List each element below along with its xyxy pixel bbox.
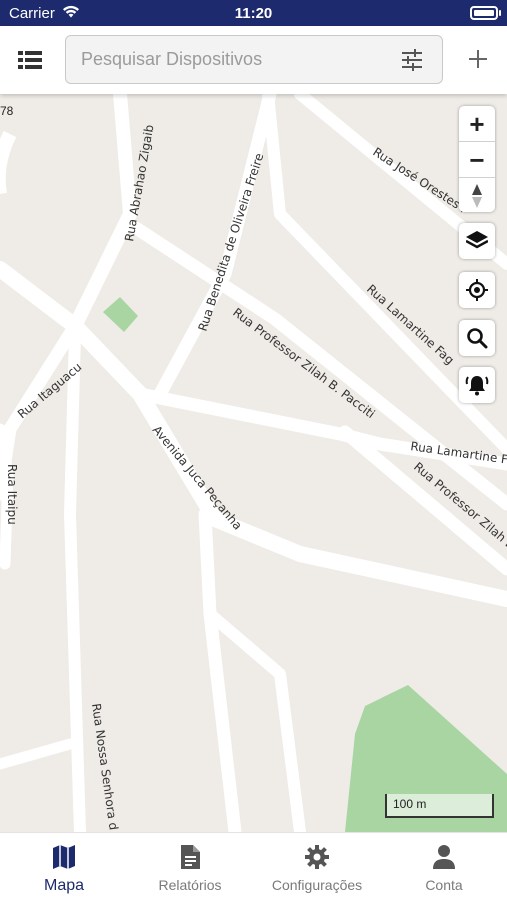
road [0, 130, 17, 194]
green-lot [103, 297, 138, 332]
tab-label: Mapa [43, 877, 85, 894]
plus-icon: + [469, 108, 485, 139]
map-search-button[interactable] [459, 320, 495, 356]
battery-icon [470, 6, 501, 20]
search-icon [467, 328, 488, 349]
add-device-button[interactable] [462, 43, 494, 75]
sliders-icon [402, 49, 422, 71]
map-view[interactable]: Rua Abrahao Zigaib Rua Benedita de Olive… [0, 94, 507, 832]
alarm-button[interactable] [459, 367, 495, 403]
filter-button[interactable] [400, 49, 424, 71]
minus-icon: − [469, 144, 485, 175]
compass-button[interactable] [459, 178, 495, 213]
device-list-button[interactable] [14, 44, 46, 76]
tab-mapa[interactable]: Mapa [1, 843, 127, 895]
document-icon [181, 845, 200, 869]
street-label: Rua Itaipu [5, 464, 19, 525]
locate-button[interactable] [459, 272, 495, 308]
list-icon [18, 51, 42, 69]
clock: 11:20 [234, 5, 273, 22]
tab-label: Configurações [271, 877, 363, 893]
locate-icon [466, 279, 488, 301]
status-bar: Carrier 11:20 [0, 0, 507, 26]
tab-relatorios[interactable]: Relatórios [127, 843, 253, 893]
street-label: Rua Professor Zilah B. Pacciti [230, 305, 377, 421]
road [153, 94, 277, 401]
street-label: Avenida Juca Peçanha [150, 423, 245, 533]
street-label: Rua Nossa Senhora d [89, 702, 121, 831]
road [198, 507, 242, 832]
zoom-controls: + − [459, 106, 495, 212]
road [0, 738, 76, 770]
alarm-icon [465, 376, 489, 396]
road [68, 94, 137, 333]
tab-conta[interactable]: Conta [381, 843, 507, 893]
plus-icon [469, 50, 487, 68]
compass-icon [472, 183, 482, 208]
top-bar [0, 26, 507, 94]
scale-bar: 100 m [385, 794, 494, 818]
tab-label: Relatórios [158, 877, 222, 893]
search-input[interactable] [81, 36, 391, 83]
map-canvas: Rua Abrahao Zigaib Rua Benedita de Olive… [0, 94, 507, 832]
road [64, 328, 86, 832]
gear-icon [305, 845, 329, 869]
zoom-out-button[interactable]: − [459, 142, 495, 177]
corner-coordinate: 78 [0, 104, 14, 118]
layers-icon [466, 231, 488, 249]
street-label: Rua José Orestes F [370, 145, 471, 218]
tab-bar: Mapa Relatórios Configurações Conta [0, 832, 507, 900]
tab-configuracoes[interactable]: Configurações [254, 843, 380, 893]
map-icon [53, 845, 75, 869]
zoom-in-button[interactable]: + [459, 106, 495, 141]
search-box [65, 35, 443, 84]
layers-button[interactable] [459, 223, 495, 259]
person-icon [433, 845, 455, 869]
scale-label: 100 m [393, 797, 427, 811]
tab-label: Conta [425, 877, 463, 893]
